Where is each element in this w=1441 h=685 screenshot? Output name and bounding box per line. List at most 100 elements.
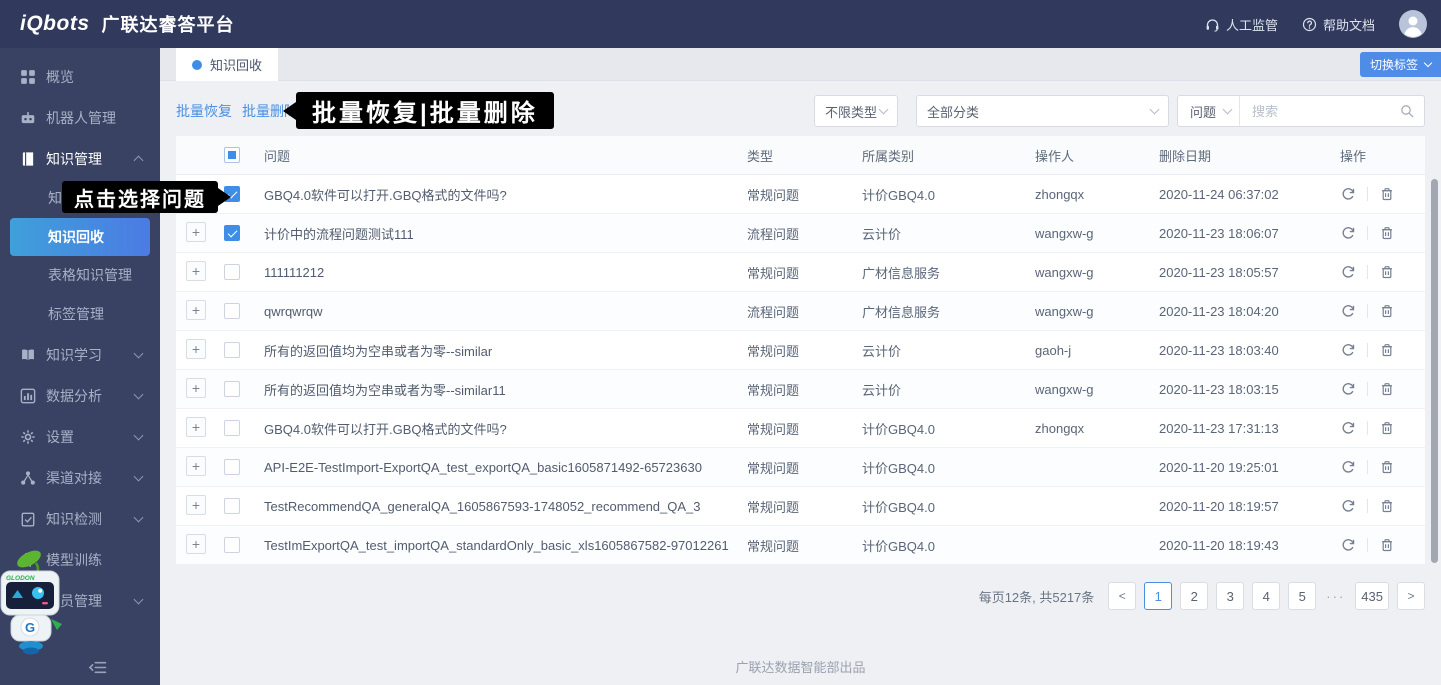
search-icon[interactable] [1400, 104, 1414, 118]
table-row: TestRecommendQA_generalQA_1605867593-174… [176, 487, 1425, 526]
topnav-label: 人工监管 [1226, 15, 1278, 34]
robot-icon [20, 110, 36, 126]
app-header: iQbots 广联达睿答平台 人工监管帮助文档 [0, 0, 1441, 48]
trash-icon[interactable] [1379, 498, 1395, 514]
row-checkbox[interactable] [224, 381, 240, 397]
trash-icon[interactable] [1379, 225, 1395, 241]
table-row: 计价中的流程问题测试111 流程问题 云计价 wangxw-g 2020-11-… [176, 214, 1425, 253]
tab-label: 知识回收 [210, 55, 262, 74]
sidebar-item-knowledge-recycle[interactable]: 知识回收 [10, 218, 150, 256]
sidebar-item-knowledge-management[interactable]: 知识管理 [0, 138, 160, 179]
type-filter-value: 不限类型 [825, 102, 877, 121]
restore-icon[interactable] [1340, 498, 1356, 514]
category-filter-select[interactable]: 全部分类 [916, 95, 1169, 127]
cell-question: 所有的返回值均为空串或者为零--similar [264, 341, 747, 360]
collapse-sidebar-icon[interactable] [88, 660, 108, 675]
cell-category: 云计价 [862, 341, 1035, 360]
divider [1367, 343, 1368, 357]
row-checkbox[interactable] [224, 420, 240, 436]
sidebar-item-channel-docking[interactable]: 渠道对接 [0, 457, 160, 498]
divider [1367, 187, 1368, 201]
page-button-435[interactable]: 435 [1355, 582, 1389, 610]
expand-row-button[interactable] [186, 495, 206, 515]
tab-knowledge-recycle[interactable]: 知识回收 [176, 48, 278, 81]
sidebar-item-robot-management[interactable]: 机器人管理 [0, 97, 160, 138]
prev-page-button[interactable]: < [1108, 582, 1136, 610]
restore-icon[interactable] [1340, 381, 1356, 397]
cell-category: 云计价 [862, 380, 1035, 399]
more-pages-icon[interactable]: ··· [1324, 589, 1347, 604]
expand-row-button[interactable] [186, 456, 206, 476]
row-checkbox[interactable] [224, 498, 240, 514]
sidebar-item-knowledge-check[interactable]: 知识检测 [0, 498, 160, 539]
expand-row-button[interactable] [186, 378, 206, 398]
restore-icon[interactable] [1340, 264, 1356, 280]
restore-icon[interactable] [1340, 186, 1356, 202]
restore-icon[interactable] [1340, 342, 1356, 358]
batch-restore-link[interactable]: 批量恢复 [176, 101, 232, 121]
restore-icon[interactable] [1340, 225, 1356, 241]
cell-delete-date: 2020-11-24 06:37:02 [1159, 187, 1320, 202]
type-filter-select[interactable]: 不限类型 [814, 95, 898, 127]
page-button-3[interactable]: 3 [1216, 582, 1244, 610]
trash-icon[interactable] [1379, 420, 1395, 436]
next-page-button[interactable]: > [1397, 582, 1425, 610]
pagination: 每页12条, 共5217条 <12345···435> [176, 582, 1425, 610]
sidebar-item-data-analysis[interactable]: 数据分析 [0, 375, 160, 416]
page-button-4[interactable]: 4 [1252, 582, 1280, 610]
sidebar-item-knowledge-learning[interactable]: 知识学习 [0, 334, 160, 375]
restore-icon[interactable] [1340, 303, 1356, 319]
trash-icon[interactable] [1379, 186, 1395, 202]
cell-delete-date: 2020-11-23 18:06:07 [1159, 226, 1320, 241]
chevron-down-icon [134, 348, 144, 358]
topnav-help-docs[interactable]: 帮助文档 [1302, 15, 1375, 34]
topnav-manual-supervision[interactable]: 人工监管 [1205, 15, 1278, 34]
search-input[interactable] [1240, 104, 1400, 119]
expand-row-button[interactable] [186, 261, 206, 281]
trash-icon[interactable] [1379, 342, 1395, 358]
sidebar-item-table-knowledge-management[interactable]: 表格知识管理 [0, 256, 160, 295]
restore-icon[interactable] [1340, 537, 1356, 553]
row-checkbox[interactable] [224, 303, 240, 319]
page-button-1[interactable]: 1 [1144, 582, 1172, 610]
row-checkbox[interactable] [224, 459, 240, 475]
toolbar-annotation-callout: 批量恢复|批量删除 [296, 92, 554, 129]
trash-icon[interactable] [1379, 537, 1395, 553]
sidebar-item-overview[interactable]: 概览 [0, 56, 160, 97]
chart-icon [20, 388, 36, 404]
page-button-2[interactable]: 2 [1180, 582, 1208, 610]
page-scrollbar[interactable] [1431, 179, 1438, 563]
search-field-select[interactable]: 问题 [1178, 96, 1240, 126]
divider [1367, 460, 1368, 474]
column-header-type: 类型 [747, 146, 862, 165]
sidebar-item-settings[interactable]: 设置 [0, 416, 160, 457]
row-checkbox[interactable] [224, 225, 240, 241]
row-checkbox[interactable] [224, 264, 240, 280]
trash-icon[interactable] [1379, 303, 1395, 319]
trash-icon[interactable] [1379, 264, 1395, 280]
switch-tags-button[interactable]: 切换标签 [1360, 52, 1441, 77]
user-avatar[interactable] [1399, 10, 1427, 38]
select-all-checkbox[interactable] [224, 147, 240, 163]
cell-type: 常规问题 [747, 458, 862, 477]
trash-icon[interactable] [1379, 381, 1395, 397]
expand-row-button[interactable] [186, 339, 206, 359]
restore-icon[interactable] [1340, 459, 1356, 475]
nodes-icon [20, 470, 36, 486]
cell-category: 计价GBQ4.0 [862, 419, 1035, 438]
expand-row-button[interactable] [186, 300, 206, 320]
divider [1367, 538, 1368, 552]
expand-row-button[interactable] [186, 222, 206, 242]
expand-row-button[interactable] [186, 417, 206, 437]
row-checkbox[interactable] [224, 342, 240, 358]
expand-row-button[interactable] [186, 534, 206, 554]
sidebar-item-tag-management[interactable]: 标签管理 [0, 295, 160, 334]
chevron-down-icon [879, 105, 889, 115]
page-button-5[interactable]: 5 [1288, 582, 1316, 610]
restore-icon[interactable] [1340, 420, 1356, 436]
row-checkbox[interactable] [224, 537, 240, 553]
sidebar: 概览机器人管理知识管理知识库管理知识回收表格知识管理标签管理知识学习数据分析设置… [0, 48, 160, 685]
sidebar-item-label: 渠道对接 [46, 468, 135, 488]
cell-category: 广材信息服务 [862, 263, 1035, 282]
trash-icon[interactable] [1379, 459, 1395, 475]
